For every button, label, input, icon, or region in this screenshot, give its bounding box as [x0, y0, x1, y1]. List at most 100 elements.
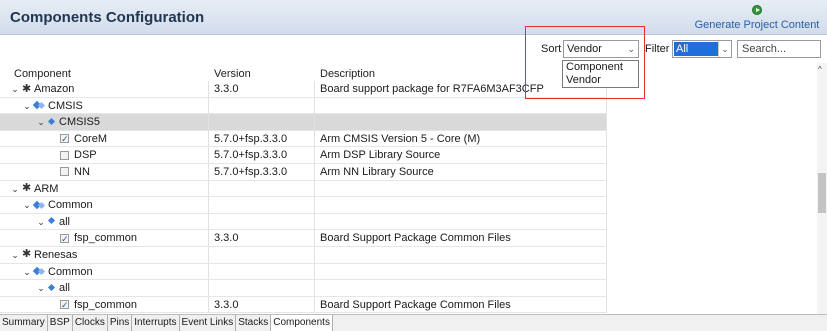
tab-stacks[interactable]: Stacks — [236, 315, 272, 331]
tab-bsp[interactable]: BSP — [48, 315, 73, 331]
column-divider — [606, 163, 607, 180]
component-name: CoreM — [74, 132, 108, 145]
table-row[interactable]: NN 5.7.0+fsp.3.3.0 Arm NN Library Source — [0, 163, 607, 181]
table-row[interactable]: ⌄ ARM — [0, 180, 607, 198]
chevron-down-icon[interactable]: ⌄ — [22, 264, 32, 280]
scroll-up-icon[interactable]: ^ — [818, 65, 822, 74]
component-name: NN — [74, 165, 90, 178]
component-name: DSP — [74, 149, 97, 162]
table-row[interactable]: ⌄ Renesas — [0, 246, 607, 264]
table-row[interactable]: ⌄ all — [0, 280, 607, 297]
chevron-down-icon: ⌄ — [718, 41, 731, 57]
column-divider — [314, 180, 315, 197]
component-name: Renesas — [34, 248, 78, 261]
tab-components[interactable]: Components — [271, 315, 333, 331]
table-row[interactable]: fsp_common 3.3.0 Board Support Package Com… — [0, 230, 607, 247]
chevron-down-icon[interactable]: ⌄ — [10, 247, 20, 263]
description-cell: Arm CMSIS Version 5 - Core (M) — [320, 132, 481, 145]
component-name: all — [59, 282, 71, 295]
table-row[interactable]: ⌄ Common — [0, 263, 607, 281]
description-cell: Arm DSP Library Source — [320, 149, 441, 162]
column-divider — [314, 163, 315, 180]
component-name: Amazon — [34, 83, 75, 95]
sort-select[interactable]: Vendor ⌄ — [563, 40, 639, 58]
chevron-down-icon[interactable]: ⌄ — [22, 98, 32, 114]
version-cell: 3.3.0 — [214, 83, 239, 95]
column-divider — [606, 263, 607, 280]
column-divider — [314, 197, 315, 213]
sort-label: Sort — [541, 43, 562, 55]
play-icon — [752, 5, 762, 15]
table-row[interactable]: ⌄ Amazon 3.3.0 Board support package for R7… — [0, 81, 607, 98]
table-row[interactable]: ⌄ Common — [0, 197, 607, 214]
component-name: fsp_common — [74, 232, 137, 245]
component-checkbox[interactable] — [60, 167, 69, 177]
column-header-component[interactable]: Component — [14, 68, 71, 80]
table-row[interactable]: ⌄ CMSIS5 — [0, 114, 607, 131]
column-divider — [208, 81, 209, 97]
component-group-icon — [48, 284, 56, 293]
tab-pins[interactable]: Pins — [108, 315, 133, 331]
tree-cell: fsp_common — [60, 297, 137, 313]
column-divider — [208, 147, 209, 163]
version-cell: 3.3.0 — [214, 298, 239, 311]
scroll-thumb[interactable] — [818, 173, 826, 213]
description-cell: Board Support Package Common Files — [320, 298, 511, 311]
page-title: Components Configuration — [10, 9, 205, 26]
column-divider — [606, 97, 607, 114]
table-row[interactable]: fsp_common 3.3.0 Board Support Package Com… — [0, 296, 607, 314]
tab-interrupts[interactable]: Interrupts — [132, 315, 180, 331]
tab-summary[interactable]: Summary — [0, 315, 48, 331]
column-header-version[interactable]: Version — [214, 68, 251, 80]
tree-cell: ⌄ CMSIS5 — [36, 114, 100, 130]
chevron-down-icon[interactable]: ⌄ — [10, 181, 20, 197]
table-row[interactable]: CoreM 5.7.0+fsp.3.3.0 Arm CMSIS Version 5 … — [0, 130, 607, 148]
column-divider — [606, 147, 607, 163]
title-bar: Components Configuration Generate Projec… — [0, 0, 827, 35]
filter-label: Filter — [645, 43, 670, 55]
column-divider — [208, 97, 209, 114]
column-divider — [208, 180, 209, 197]
chevron-down-icon[interactable]: ⌄ — [36, 280, 46, 296]
chevron-down-icon[interactable]: ⌄ — [36, 214, 46, 230]
component-checkbox[interactable] — [60, 297, 69, 313]
sort-option-vendor[interactable]: Vendor — [563, 74, 638, 87]
vertical-scrollbar[interactable]: ^ — [817, 63, 827, 314]
tab-event-links[interactable]: Event Links — [180, 315, 237, 331]
column-header-description[interactable]: Description — [320, 68, 375, 80]
table-row[interactable]: DSP 5.7.0+fsp.3.3.0 Arm DSP Library Source — [0, 147, 607, 164]
tree-cell: ⌄ Common — [22, 197, 92, 213]
table-row[interactable]: ⌄ all — [0, 213, 607, 231]
column-divider — [208, 197, 209, 213]
table-body: ⌄Amazon3.3.0Board support package for R7… — [0, 81, 817, 314]
component-checkbox[interactable] — [60, 231, 69, 247]
component-name: CMSIS — [48, 99, 83, 112]
column-divider — [314, 296, 315, 313]
component-class-icon — [34, 267, 46, 276]
table-row[interactable]: ⌄ CMSIS — [0, 97, 607, 115]
tab-clocks[interactable]: Clocks — [73, 315, 108, 331]
column-divider — [606, 230, 607, 246]
chevron-down-icon[interactable]: ⌄ — [22, 197, 32, 213]
column-divider — [314, 147, 315, 163]
search-input[interactable] — [737, 40, 821, 58]
version-cell: 5.7.0+fsp.3.3.0 — [214, 165, 288, 178]
vendor-icon — [22, 246, 32, 262]
sort-option-component[interactable]: Component — [563, 61, 638, 74]
component-group-icon — [48, 217, 56, 226]
version-cell: 5.7.0+fsp.3.3.0 — [214, 149, 288, 162]
component-checkbox[interactable] — [60, 131, 69, 147]
description-cell: Board support package for R7FA6M3AF3CFP — [320, 83, 544, 95]
column-divider — [208, 246, 209, 263]
column-divider — [314, 213, 315, 230]
component-name: fsp_common — [74, 298, 137, 311]
filter-select[interactable]: All ⌄ — [672, 40, 732, 58]
chevron-down-icon[interactable]: ⌄ — [10, 81, 20, 97]
column-divider — [314, 97, 315, 114]
generate-project-content-button[interactable]: Generate Project Content — [693, 3, 821, 33]
column-divider — [606, 296, 607, 313]
component-checkbox[interactable] — [60, 150, 69, 160]
description-cell: Board Support Package Common Files — [320, 232, 511, 245]
column-divider — [314, 230, 315, 246]
chevron-down-icon[interactable]: ⌄ — [36, 114, 46, 130]
